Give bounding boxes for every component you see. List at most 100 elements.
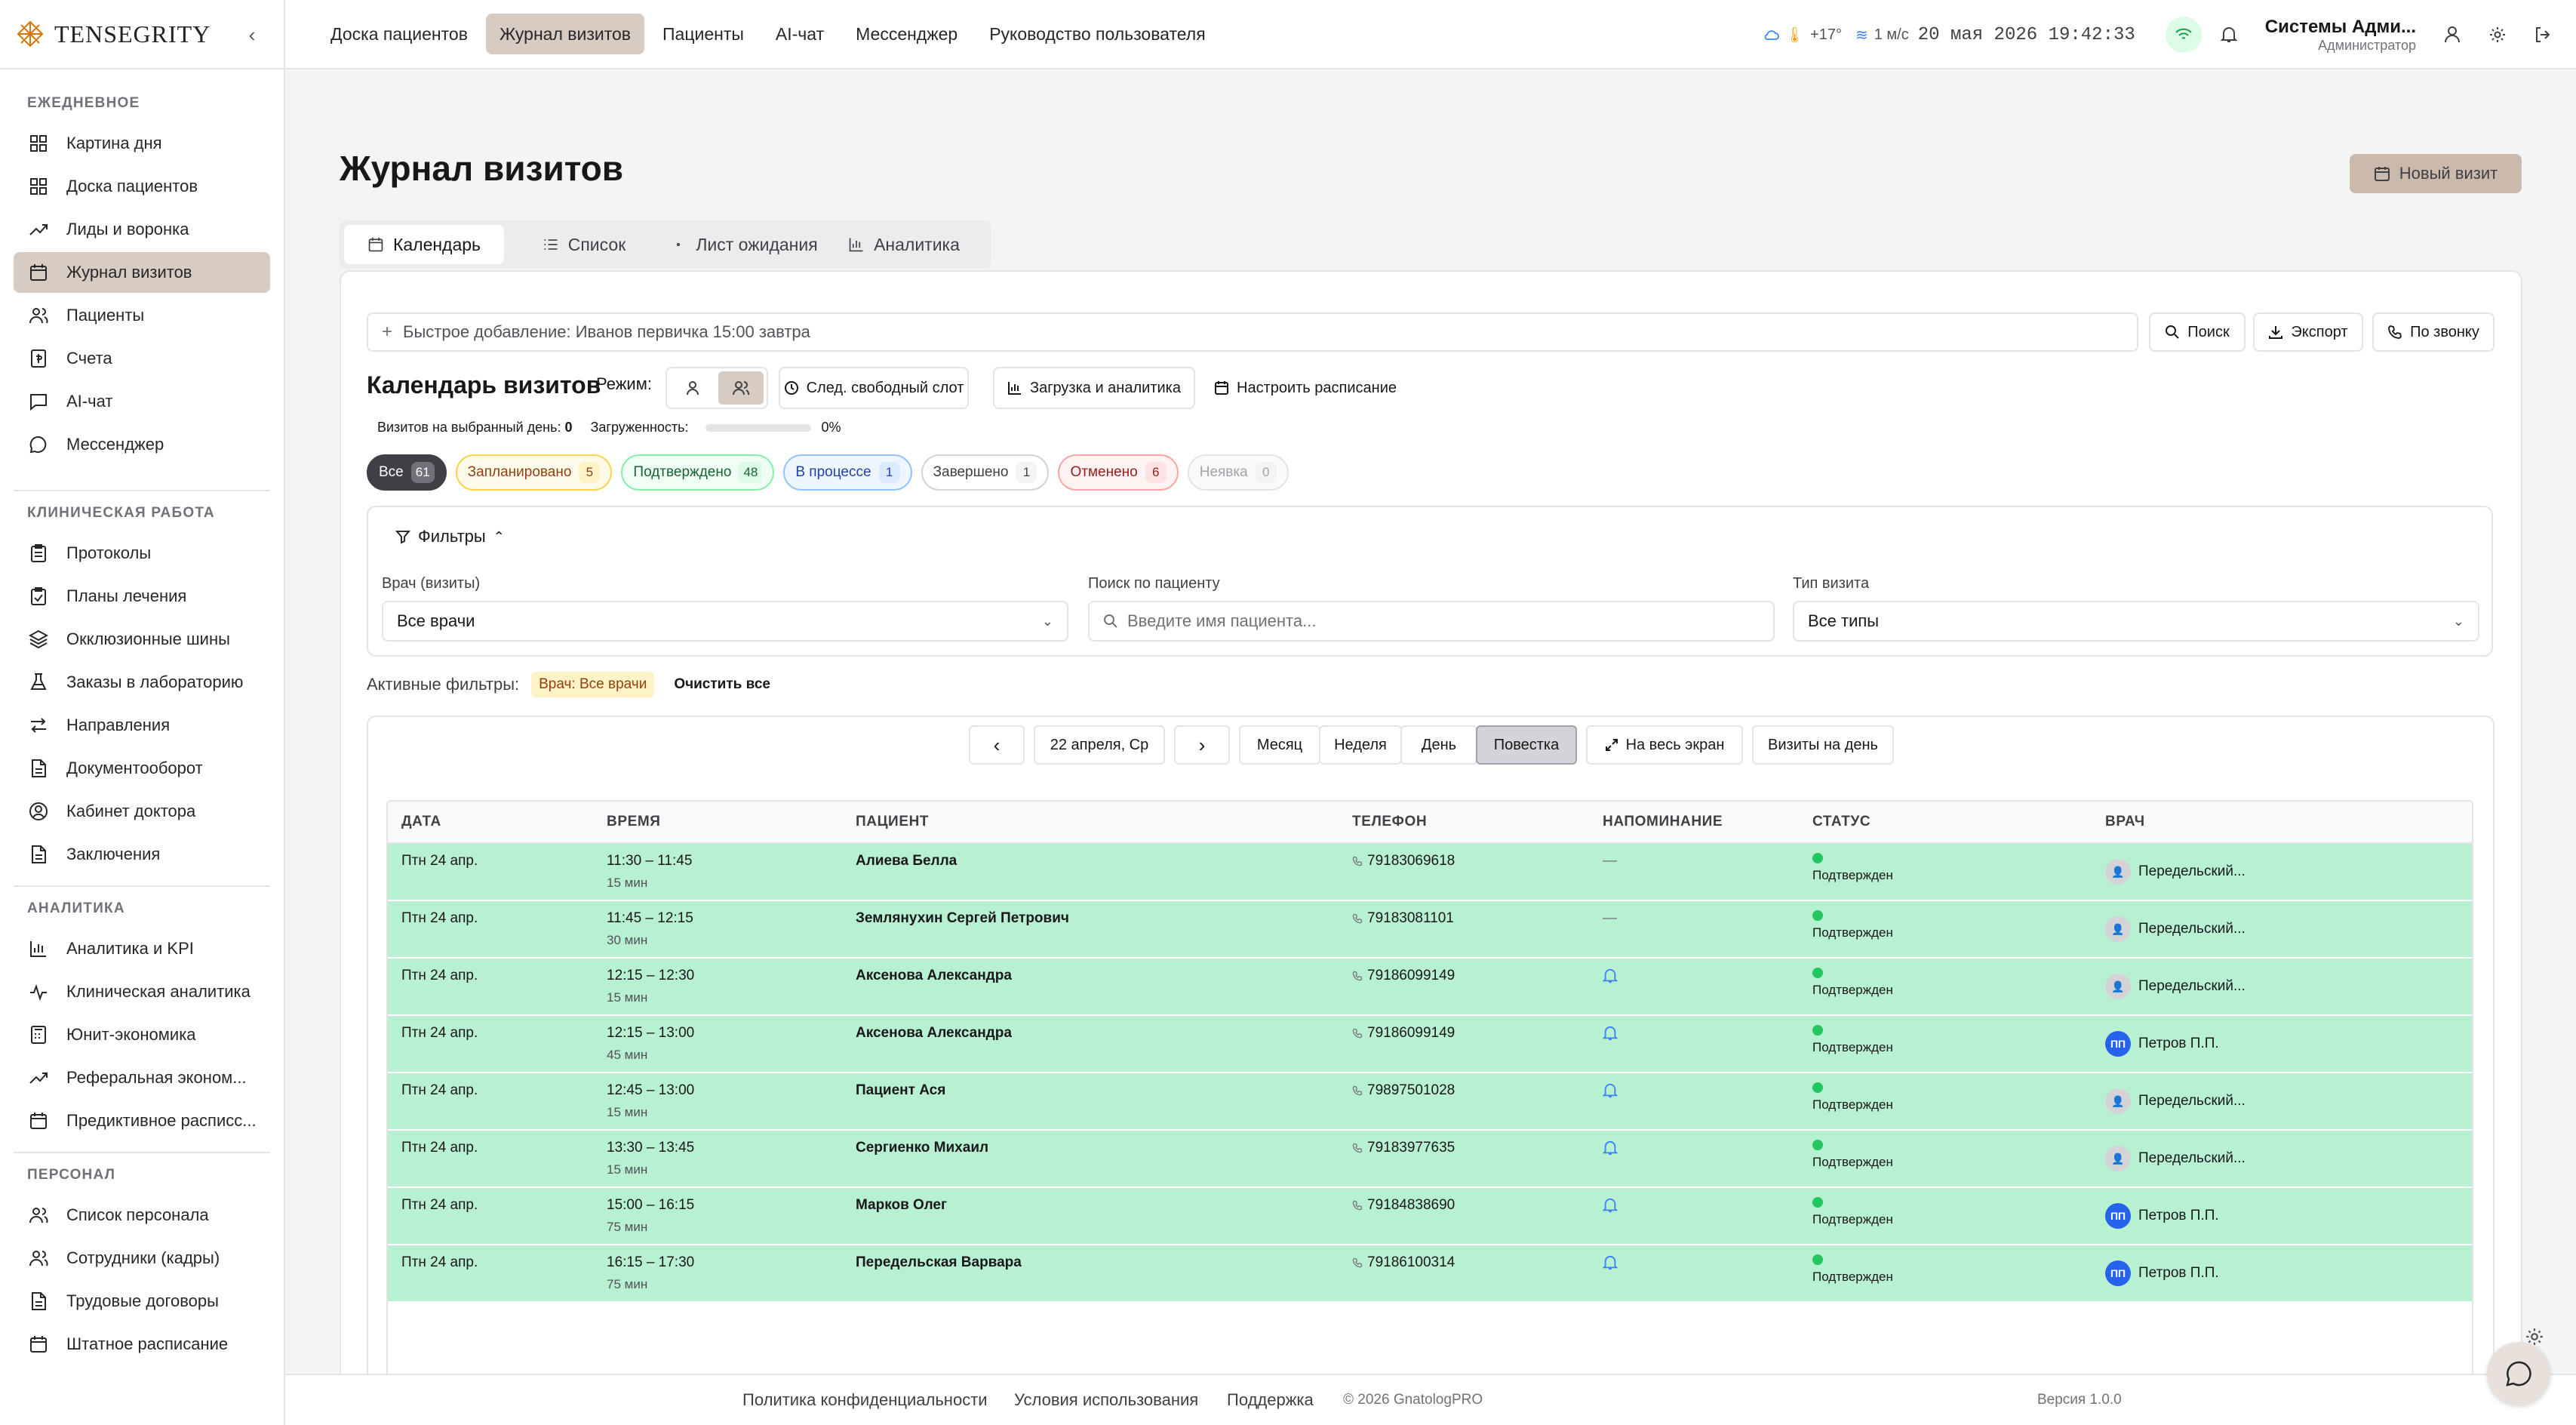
doctor-cell[interactable]: 👤 Передельский... [2105, 916, 2246, 942]
load-analytics-button[interactable]: Загрузка и аналитика [993, 367, 1195, 409]
day-visits-button[interactable]: Визиты на день [1752, 725, 1894, 765]
status-chip[interactable]: Завершено 1 [921, 454, 1050, 491]
bell-icon[interactable] [1603, 1254, 1618, 1271]
privacy-link[interactable]: Политика конфиденциальности [742, 1390, 988, 1410]
view-agenda-button[interactable]: Повестка [1476, 725, 1577, 765]
table-row[interactable]: Птн 24 апр. 11:45 – 12:15 30 мин Землянухин… [388, 901, 2472, 959]
phone-cell[interactable]: 79184838690 [1352, 1197, 1455, 1214]
column-header[interactable]: СТАТУС [1812, 814, 1871, 830]
sidebar-item[interactable]: Предиктивное расписс... [14, 1100, 270, 1141]
sidebar-item[interactable]: Мессенджер [14, 424, 270, 465]
column-header[interactable]: ТЕЛЕФОН [1352, 814, 1427, 830]
sidebar-item[interactable]: Клиническая аналитика [14, 971, 270, 1012]
column-header[interactable]: ПАЦИЕНТ [856, 814, 929, 830]
support-link[interactable]: Поддержка [1227, 1390, 1314, 1410]
sidebar-item[interactable]: Трудовые договоры [14, 1281, 270, 1322]
by-call-button[interactable]: По звонку [2372, 312, 2495, 352]
status-chip[interactable]: Подтверждено 48 [621, 454, 775, 491]
search-button[interactable]: Поиск [2149, 312, 2246, 352]
sidebar-item[interactable]: Направления [14, 705, 270, 746]
sidebar-item[interactable]: AI-чат [14, 381, 270, 422]
bell-icon[interactable] [1603, 1025, 1618, 1042]
settings-gear-icon[interactable] [2479, 17, 2516, 53]
phone-cell[interactable]: 79186099149 [1352, 1025, 1455, 1042]
status-chip[interactable]: Неявка 0 [1187, 454, 1289, 491]
sidebar-item[interactable]: Юнит-экономика [14, 1014, 270, 1055]
sidebar-item[interactable]: Список персонала [14, 1195, 270, 1236]
tab-0[interactable]: Календарь [344, 225, 504, 264]
column-header[interactable]: НАПОМИНАНИЕ [1603, 814, 1723, 830]
sidebar-item[interactable]: Пациенты [14, 295, 270, 336]
active-filter-badge[interactable]: Врач: Все врачи [531, 672, 655, 697]
sidebar-item[interactable]: Штатное расписание [14, 1324, 270, 1365]
top-nav-item[interactable]: Журнал визитов [485, 14, 644, 54]
phone-cell[interactable]: 79186100314 [1352, 1254, 1455, 1271]
bell-icon[interactable] [1603, 1140, 1618, 1156]
patient-name[interactable]: Пациент Ася [856, 1082, 945, 1099]
terms-link[interactable]: Условия использования [1014, 1390, 1198, 1410]
column-header[interactable]: ДАТА [401, 814, 441, 830]
date-picker-button[interactable]: 22 апреля, Ср [1034, 725, 1165, 765]
patient-name[interactable]: Аксенова Александра [856, 1025, 1012, 1042]
single-doctor-mode-icon[interactable] [670, 371, 715, 405]
status-chip[interactable]: Запланировано 5 [455, 454, 613, 491]
view-week-button[interactable]: Неделя [1319, 725, 1402, 765]
sidebar-item[interactable]: Планы лечения [14, 576, 270, 617]
sidebar-item[interactable]: Лиды и воронка [14, 209, 270, 250]
view-month-button[interactable]: Месяц [1239, 725, 1320, 765]
doctor-cell[interactable]: ПП Петров П.П. [2105, 1031, 2219, 1057]
tab-1[interactable]: Список [504, 225, 664, 264]
quick-add-input[interactable]: + Быстрое добавление: Иванов первичка 15… [367, 312, 2138, 352]
doctor-cell[interactable]: ПП Петров П.П. [2105, 1203, 2219, 1229]
clear-all-button[interactable]: Очистить все [674, 676, 770, 693]
new-visit-button[interactable]: Новый визит [2350, 154, 2522, 193]
sidebar-item[interactable]: Заказы в лабораторию [14, 662, 270, 703]
patient-search-input[interactable]: Введите имя пациента... [1088, 601, 1775, 642]
bell-icon[interactable] [2211, 17, 2247, 53]
next-date-button[interactable]: › [1174, 725, 1230, 765]
fullscreen-button[interactable]: На весь экран [1586, 725, 1743, 765]
table-row[interactable]: Птн 24 апр. 12:45 – 13:00 15 мин Пациент Ас… [388, 1073, 2472, 1131]
wifi-icon[interactable] [2165, 17, 2202, 53]
multi-doctor-mode-icon[interactable] [718, 371, 764, 405]
phone-cell[interactable]: 79183069618 [1352, 853, 1455, 869]
doctor-cell[interactable]: 👤 Передельский... [2105, 974, 2246, 999]
sidebar-item[interactable]: Заключения [14, 834, 270, 875]
sidebar-item[interactable]: Картина дня [14, 123, 270, 164]
sidebar-item[interactable]: Реферальная эконом... [14, 1057, 270, 1098]
top-nav-item[interactable]: Руководство пользователя [976, 14, 1219, 54]
profile-icon[interactable] [2434, 17, 2470, 53]
top-nav-item[interactable]: Мессенджер [842, 14, 971, 54]
table-row[interactable]: Птн 24 апр. 15:00 – 16:15 75 мин Марков Оле… [388, 1188, 2472, 1245]
sidebar-item[interactable]: Аналитика и KPI [14, 928, 270, 969]
doctor-cell[interactable]: 👤 Передельский... [2105, 859, 2246, 885]
collapse-sidebar-icon[interactable]: ‹ [240, 23, 264, 47]
patient-name[interactable]: Землянухин Сергей Петрович [856, 910, 1069, 927]
column-header[interactable]: ВРЕМЯ [607, 814, 661, 830]
bell-icon[interactable] [1603, 1197, 1618, 1214]
sidebar-item[interactable]: Счета [14, 338, 270, 379]
filters-toggle[interactable]: Фильтры ⌃ [395, 527, 505, 546]
phone-cell[interactable]: 79186099149 [1352, 968, 1455, 984]
table-row[interactable]: Птн 24 апр. 12:15 – 12:30 15 мин Аксенова А… [388, 959, 2472, 1016]
phone-cell[interactable]: 79183081101 [1352, 910, 1454, 927]
chat-fab-button[interactable] [2487, 1342, 2550, 1405]
sidebar-item[interactable]: Протоколы [14, 533, 270, 574]
user-menu[interactable]: Системы Адми... Администратор [2265, 17, 2416, 54]
sidebar-item[interactable]: Доска пациентов [14, 166, 270, 207]
doctor-cell[interactable]: 👤 Передельский... [2105, 1146, 2246, 1171]
bell-icon[interactable] [1603, 968, 1618, 984]
export-button[interactable]: Экспорт [2253, 312, 2363, 352]
top-nav-item[interactable]: Пациенты [649, 14, 758, 54]
phone-cell[interactable]: 79183977635 [1352, 1140, 1455, 1156]
sidebar-item[interactable]: Сотрудники (кадры) [14, 1238, 270, 1279]
sidebar-item[interactable]: Окклюзионные шины [14, 619, 270, 660]
view-day-button[interactable]: День [1400, 725, 1477, 765]
doctor-cell[interactable]: ПП Петров П.П. [2105, 1260, 2219, 1286]
sidebar-item[interactable]: Журнал визитов [14, 252, 270, 293]
prev-date-button[interactable]: ‹ [969, 725, 1025, 765]
patient-name[interactable]: Алиева Белла [856, 853, 957, 869]
patient-name[interactable]: Сергиенко Михаил [856, 1140, 988, 1156]
patient-name[interactable]: Марков Олег [856, 1197, 947, 1214]
patient-name[interactable]: Передельская Варвара [856, 1254, 1022, 1271]
